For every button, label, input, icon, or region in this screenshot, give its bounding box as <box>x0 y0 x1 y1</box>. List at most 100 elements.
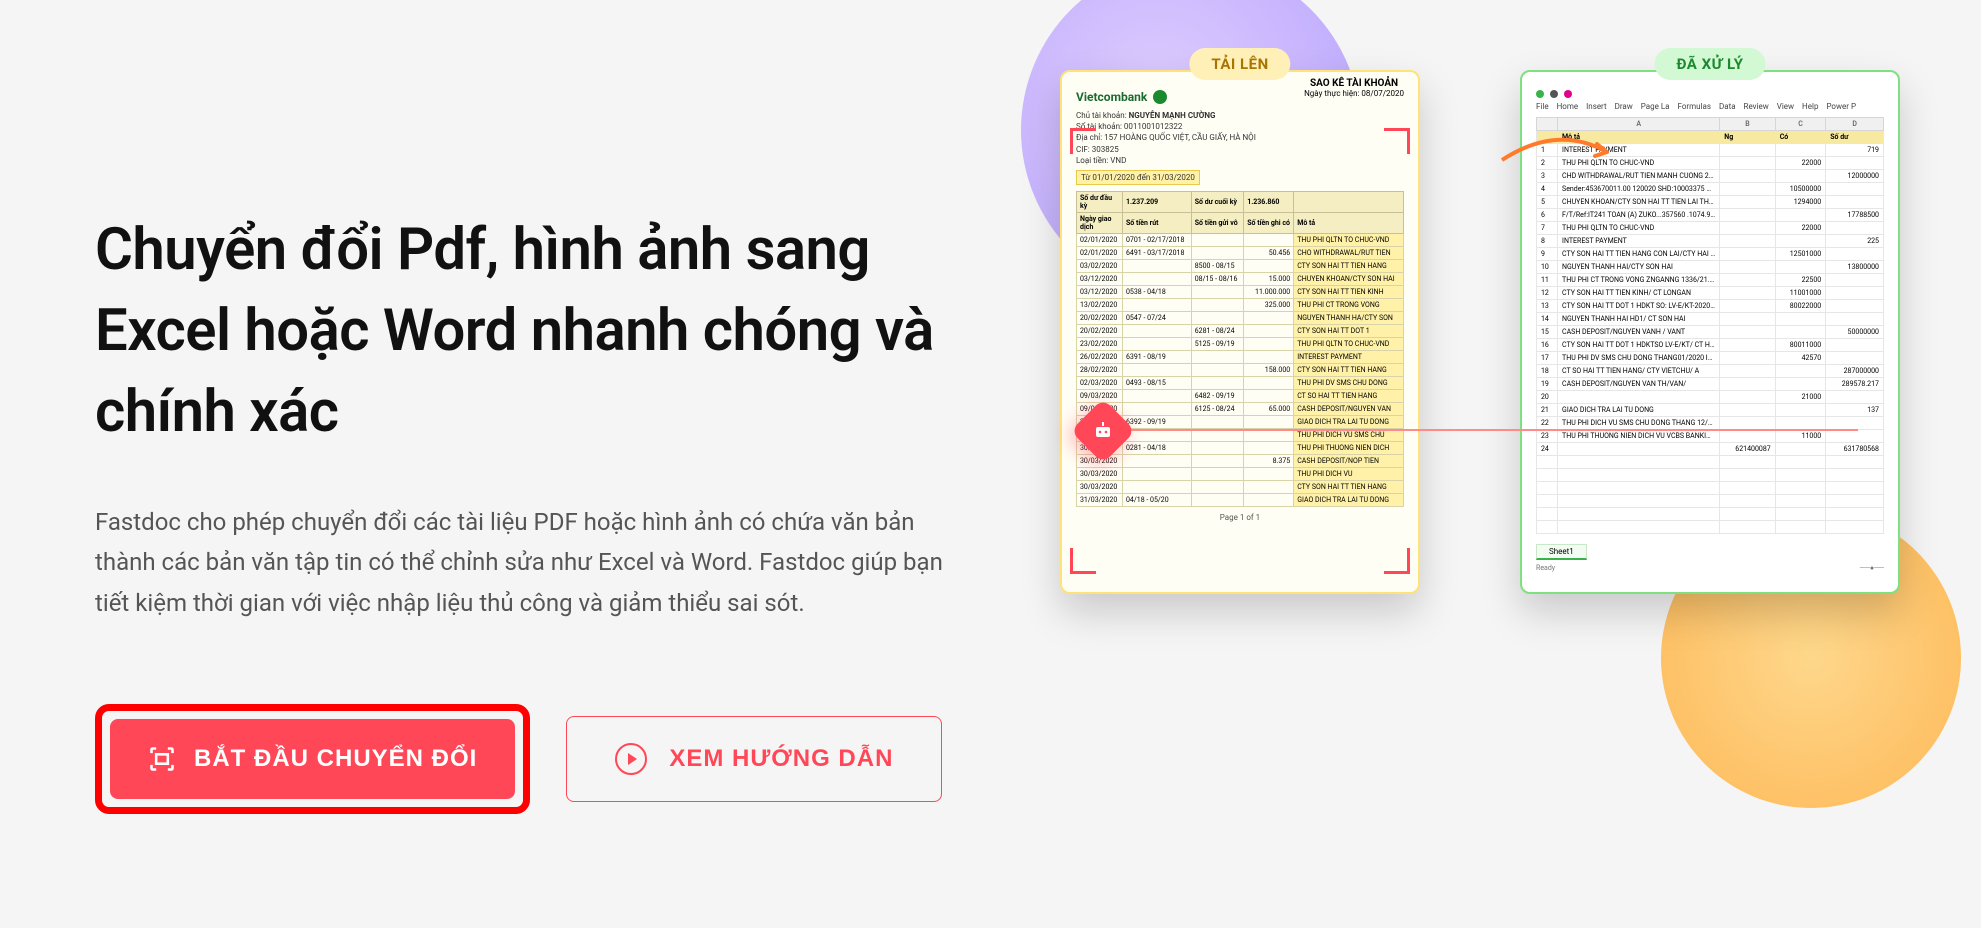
cell <box>1537 508 1558 521</box>
table-row: 03/02/20208500 - 08/15CTY SON HAI TT TIE… <box>1077 260 1404 273</box>
cell <box>1826 456 1884 469</box>
statement-table: Số dư đầu kỳ 1.237.209 Số dư cuối kỳ 1.2… <box>1076 191 1404 507</box>
cell <box>1720 287 1775 300</box>
cell: 80022000 <box>1775 300 1826 313</box>
sheet-tab[interactable]: Sheet1 <box>1536 544 1587 560</box>
cell: 30/03/2020 <box>1077 481 1123 494</box>
menu-item[interactable]: Data <box>1719 102 1736 111</box>
hero-description: Fastdoc cho phép chuyển đổi các tài liệu… <box>95 502 975 624</box>
cell <box>1244 325 1294 338</box>
cell <box>1123 364 1192 377</box>
cell: 22000 <box>1775 222 1826 235</box>
table-row: 02/03/20200493 - 08/15THU PHI DV SMS CHU… <box>1077 377 1404 390</box>
cell <box>1826 287 1884 300</box>
upload-badge: TẢI LÊN <box>1189 48 1290 80</box>
table-row: 02/01/20200701 - 02/17/2018THU PHI QLTN … <box>1077 234 1404 247</box>
menu-item[interactable]: File <box>1536 102 1549 111</box>
cell: THU PHI QLTN TO CHUC-VND <box>1294 234 1404 247</box>
cell: 0538 - 04/18 <box>1123 286 1192 299</box>
cell <box>1537 482 1558 495</box>
cell: 30/03/2020 <box>1077 468 1123 481</box>
cell: CHD WITHDRAWAL/RUT TIEN MANH CUONG 27909… <box>1558 170 1720 183</box>
cell <box>1775 404 1826 417</box>
cell: THU PHI DICH VU SMS CHU DONG THANG 12/20… <box>1558 417 1720 430</box>
cell <box>1720 235 1775 248</box>
cell: 4 <box>1537 183 1558 196</box>
menu-item[interactable]: Page La <box>1641 102 1670 111</box>
cell: CTY SON HAI TT TIEN HANG <box>1294 481 1404 494</box>
cell <box>1244 351 1294 364</box>
cell: 0493 - 08/15 <box>1123 377 1192 390</box>
table-row: 8INTEREST PAYMENT225 <box>1537 235 1884 248</box>
cell: GIAO DICH TRA LAI TU DONG <box>1558 404 1720 417</box>
hero-section: Chuyển đổi Pdf, hình ảnh sang Excel hoặc… <box>0 0 1981 928</box>
cell <box>1191 455 1243 468</box>
meta-label: Chủ tài khoản: <box>1076 111 1127 120</box>
col-head: Ngày giao dịch <box>1077 213 1123 234</box>
table-row: 5CHUYEN KHOAN/CTY SON HAI TT TIEN LAI TH… <box>1537 196 1884 209</box>
menu-item[interactable]: Help <box>1802 102 1818 111</box>
excel-menubar: File Home Insert Draw Page La Formulas Data Rev… <box>1536 102 1884 111</box>
cell: CASH DEPOSIT/NGUYEN VAN TH/VAN/ <box>1558 378 1720 391</box>
cell: INTEREST PAYMENT <box>1558 235 1720 248</box>
cell <box>1720 469 1775 482</box>
cell: 6 <box>1537 209 1558 222</box>
cell: 325.000 <box>1244 299 1294 312</box>
statement-date: Ngày thực hiện: 08/07/2020 <box>1304 89 1404 98</box>
cell <box>1720 196 1775 209</box>
cell <box>1244 312 1294 325</box>
cell <box>1123 260 1192 273</box>
start-convert-button[interactable]: BẮT ĐẦU CHUYỂN ĐỔI <box>110 719 515 799</box>
hero-headline: Chuyển đổi Pdf, hình ảnh sang Excel hoặc… <box>95 210 980 454</box>
menu-item[interactable]: Draw <box>1615 102 1633 111</box>
table-row: 02/01/20206491 - 03/17/201850.456CHO WIT… <box>1077 247 1404 260</box>
cell <box>1123 455 1192 468</box>
menu-item[interactable]: Power P <box>1826 102 1856 111</box>
cell: 03/12/2020 <box>1077 273 1123 286</box>
cell: CTY SON HAI TT TIEN KINH/ CT LONGAN <box>1558 287 1720 300</box>
cell <box>1244 377 1294 390</box>
col-head: B <box>1720 118 1775 131</box>
menu-item[interactable]: Review <box>1744 102 1769 111</box>
table-row: 4Sender:453670011.00 120020 SHD:10003375… <box>1537 183 1884 196</box>
cell <box>1720 248 1775 261</box>
cell: 50000000 <box>1826 326 1884 339</box>
cell: 6281 - 08/24 <box>1191 325 1243 338</box>
meta-value: NGUYỄN MẠNH CƯỜNG <box>1129 111 1216 120</box>
cell: 8.375 <box>1244 455 1294 468</box>
meta-label: Loại tiền: <box>1076 156 1108 165</box>
start-convert-label: BẮT ĐẦU CHUYỂN ĐỔI <box>194 745 477 773</box>
cell: 22 <box>1537 417 1558 430</box>
cell: 17788500 <box>1826 209 1884 222</box>
cell <box>1191 351 1243 364</box>
cell <box>1826 430 1884 443</box>
cell <box>1537 521 1558 534</box>
table-row: 18CT SO HAI TT TIEN HANG/ CTY VIETCHU/ A… <box>1537 365 1884 378</box>
flow-line <box>1122 429 1858 431</box>
table-row: 20/02/20200547 - 07/24NGUYEN THANH HA/CT… <box>1077 312 1404 325</box>
cell <box>1775 235 1826 248</box>
cell: NGUYEN THANH HA/CTY SON <box>1294 312 1404 325</box>
cell: 20/02/2020 <box>1077 312 1123 325</box>
cell <box>1720 261 1775 274</box>
cell: 26/02/2020 <box>1077 351 1123 364</box>
view-guide-button[interactable]: XEM HƯỚNG DẪN <box>566 716 942 802</box>
menu-item[interactable]: Insert <box>1586 102 1607 111</box>
flow-arrow-icon <box>1497 130 1617 170</box>
table-row <box>1537 521 1884 534</box>
cell: 16 <box>1537 339 1558 352</box>
menu-item[interactable]: Home <box>1557 102 1579 111</box>
excel-titlebar: File Home Insert Draw Page La Formulas Data Rev… <box>1536 90 1884 111</box>
cell: 15.000 <box>1244 273 1294 286</box>
menu-item[interactable]: View <box>1777 102 1794 111</box>
cell: 04/18 - 05/20 <box>1123 494 1192 507</box>
cell <box>1191 377 1243 390</box>
scan-icon <box>148 745 176 773</box>
menu-item[interactable]: Formulas <box>1678 102 1711 111</box>
table-row: 16CTY SON HAI TT DOT 1 HDKTSO LV-E/KT/ C… <box>1537 339 1884 352</box>
view-guide-label: XEM HƯỚNG DẪN <box>669 745 893 773</box>
cell <box>1720 274 1775 287</box>
processed-badge: ĐÃ XỬ LÝ <box>1654 48 1765 80</box>
cell <box>1826 352 1884 365</box>
cell <box>1775 378 1826 391</box>
